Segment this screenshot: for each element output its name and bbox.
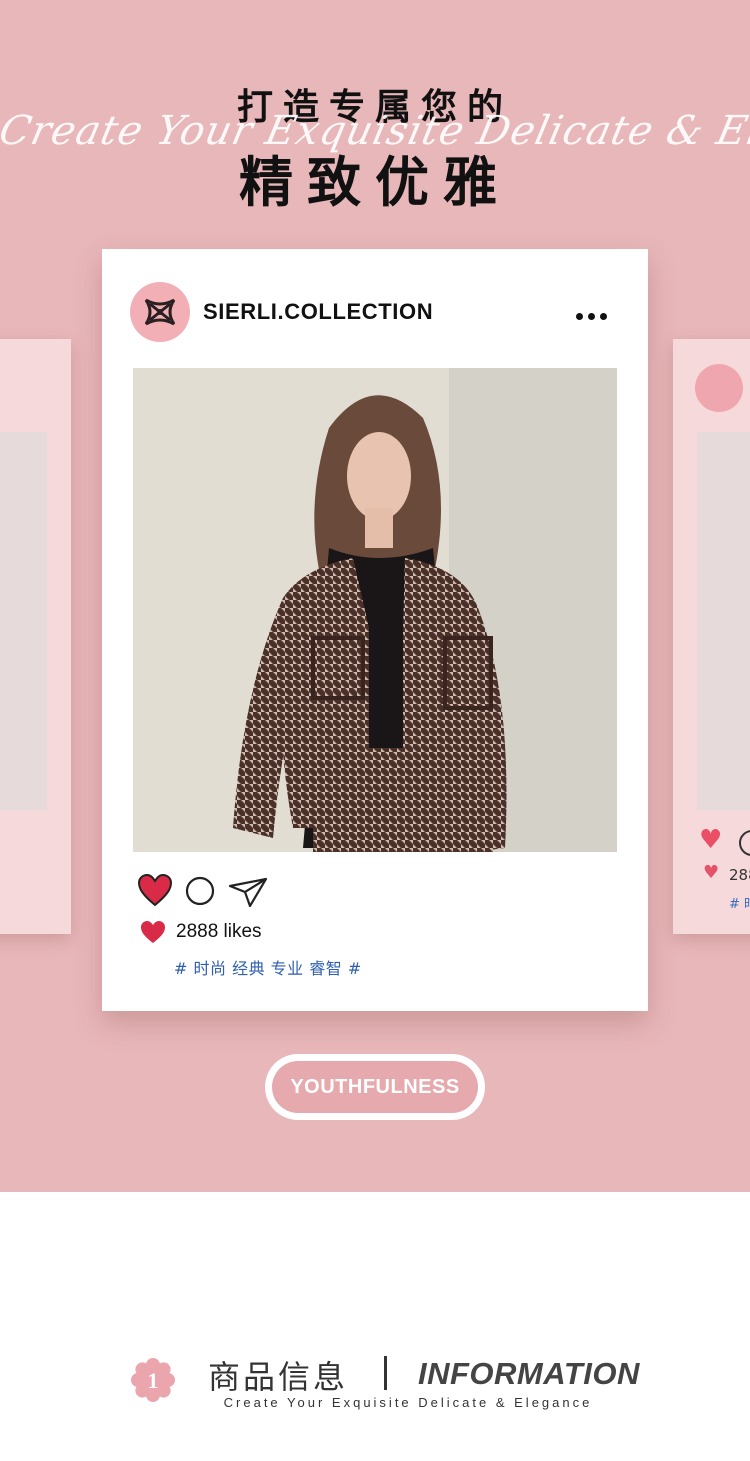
heart-icon[interactable]: ♥ bbox=[699, 827, 722, 853]
brand-logo-avatar bbox=[695, 364, 743, 412]
hashtags[interactable]: # 时尚 经典 专业 睿智 # bbox=[174, 955, 362, 979]
comment-icon[interactable] bbox=[185, 876, 215, 906]
account-username[interactable]: SIERLI.COLLECTION bbox=[203, 299, 433, 325]
title-divider bbox=[384, 1356, 387, 1390]
likes-heart-icon: ♥ bbox=[703, 862, 720, 883]
hero-section: 打造专属您的 Create Your Exquisite Delicate & … bbox=[0, 0, 750, 1192]
brand-logo-avatar[interactable] bbox=[130, 282, 190, 342]
side-post-card-right[interactable]: ♥ ♥ 288 # 时 bbox=[673, 339, 750, 934]
likes-heart-icon bbox=[141, 921, 165, 943]
youthfulness-button-label: YOUTHFULNESS bbox=[272, 1061, 478, 1113]
youthfulness-button[interactable]: YOUTHFULNESS bbox=[265, 1054, 485, 1120]
post-card: SIERLI.COLLECTION 2888 likes # 时尚 经典 专业 … bbox=[102, 249, 648, 1011]
side-post-image bbox=[0, 432, 47, 810]
section-number: 1 bbox=[148, 1368, 159, 1393]
more-horizontal-icon[interactable] bbox=[576, 305, 614, 320]
post-photo bbox=[133, 368, 617, 852]
comment-icon[interactable] bbox=[739, 830, 750, 856]
share-icon[interactable] bbox=[228, 876, 268, 908]
section-title-cn: 商品信息 bbox=[208, 1358, 349, 1396]
side-likes-count: 288 bbox=[729, 866, 750, 884]
side-post-image bbox=[697, 432, 750, 810]
headline-main: 精致优雅 bbox=[239, 151, 511, 214]
side-post-card-left[interactable] bbox=[0, 339, 71, 934]
likes-count: 2888 likes bbox=[176, 921, 262, 942]
section-subtitle: Create Your Exquisite Delicate & Eleganc… bbox=[223, 1395, 593, 1410]
side-hashtags: # 时 bbox=[729, 897, 750, 912]
brand-logo-icon bbox=[144, 298, 176, 326]
section-title-en: INFORMATION bbox=[418, 1356, 640, 1391]
heart-icon[interactable] bbox=[137, 873, 173, 907]
